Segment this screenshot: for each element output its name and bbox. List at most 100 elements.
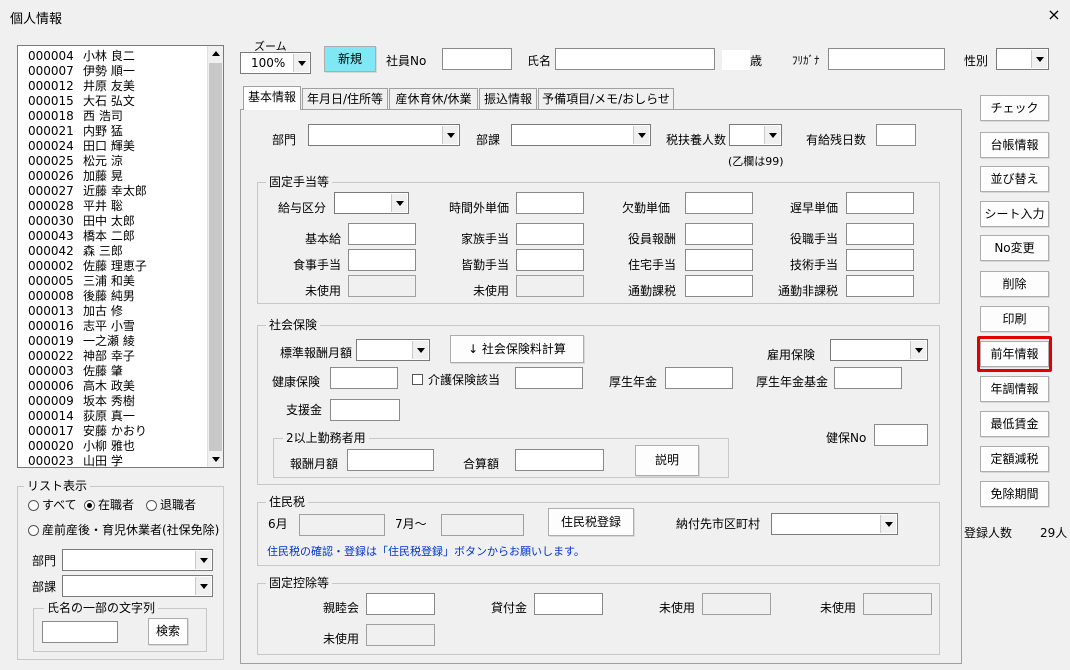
radio-all[interactable] (28, 500, 39, 511)
overtime-input[interactable] (516, 192, 584, 214)
chevron-down-icon (880, 515, 896, 533)
dept-select[interactable] (308, 124, 460, 146)
list-item[interactable]: 000009 坂本 秀樹 (28, 394, 135, 409)
delete-button[interactable]: 削除 (980, 271, 1049, 297)
list-item[interactable]: 000004 小林 良二 (28, 49, 135, 64)
employee-list[interactable]: 000004 小林 良二 000007 伊勢 順一 000012 井原 友美 000015 大… (17, 45, 224, 468)
scroll-up-icon[interactable] (208, 46, 223, 62)
health-no-input[interactable] (874, 424, 928, 446)
radio-active[interactable] (84, 500, 95, 511)
no-change-button[interactable]: No変更 (980, 235, 1049, 261)
care-checkbox[interactable] (412, 374, 423, 385)
scroll-down-icon[interactable] (208, 451, 223, 467)
list-item[interactable]: 000005 三浦 和美 (28, 274, 135, 289)
radio-leave[interactable] (28, 525, 39, 536)
name-search-input[interactable] (42, 621, 118, 643)
search-button[interactable]: 検索 (148, 618, 188, 645)
commute-taxable-input[interactable] (685, 275, 753, 297)
list-item[interactable]: 000023 山田 学 (28, 454, 123, 469)
flat-tax-cut-button[interactable]: 定額減税 (980, 446, 1049, 472)
emp-no-input[interactable] (442, 48, 512, 70)
list-item[interactable]: 000024 田口 輝美 (28, 139, 135, 154)
list-item[interactable]: 000028 平井 聡 (28, 199, 123, 214)
list-item[interactable]: 000016 志平 小雪 (28, 319, 135, 334)
list-item[interactable]: 000018 西 浩司 (28, 109, 123, 124)
position-input[interactable] (846, 223, 914, 245)
employment-select[interactable] (830, 339, 928, 361)
list-item[interactable]: 000002 佐藤 理恵子 (28, 259, 147, 274)
dependents-select[interactable] (729, 124, 782, 146)
list-dept-select[interactable] (62, 549, 213, 571)
tab-transfer[interactable]: 振込情報 (479, 88, 537, 110)
explain-button[interactable]: 説明 (635, 445, 699, 476)
exemption-period-button[interactable]: 免除期間 (980, 481, 1049, 507)
list-item[interactable]: 000013 加古 修 (28, 304, 123, 319)
absence-input[interactable] (685, 192, 753, 214)
officer-pay-input[interactable] (685, 223, 753, 245)
gender-select[interactable] (996, 48, 1049, 70)
list-item[interactable]: 000042 森 三郎 (28, 244, 123, 259)
new-button[interactable]: 新規 (324, 46, 376, 72)
radio-retired[interactable] (146, 500, 157, 511)
std-monthly-select[interactable] (356, 339, 430, 361)
list-item[interactable]: 000030 田中 太郎 (28, 214, 135, 229)
list-item[interactable]: 000027 近藤 幸太郎 (28, 184, 147, 199)
skill-input[interactable] (846, 249, 914, 271)
tab-basic[interactable]: 基本情報 (243, 86, 301, 110)
attendance-input[interactable] (516, 249, 584, 271)
name-input[interactable] (555, 48, 715, 70)
list-item[interactable]: 000043 橋本 二郎 (28, 229, 135, 244)
health-input[interactable] (330, 367, 398, 389)
social-club-input[interactable] (366, 593, 435, 615)
late-input[interactable] (846, 192, 914, 214)
list-scrollbar[interactable] (207, 46, 223, 467)
pension-input[interactable] (665, 367, 733, 389)
city-select[interactable] (771, 513, 898, 535)
base-pay-input[interactable] (348, 223, 416, 245)
total-input[interactable] (515, 449, 604, 471)
list-item[interactable]: 000022 神部 幸子 (28, 349, 135, 364)
tab-extra[interactable]: 予備項目/メモ/おしらせ等 (538, 88, 674, 126)
tab-dates-address[interactable]: 年月日/住所等 (302, 88, 388, 110)
resident-register-button[interactable]: 住民税登録 (548, 508, 634, 536)
close-icon[interactable]: × (1043, 4, 1065, 26)
meal-input[interactable] (348, 249, 416, 271)
sheet-input-button[interactable]: シート入力 (980, 201, 1049, 227)
list-item[interactable]: 000006 高木 政美 (28, 379, 135, 394)
social-calc-button[interactable]: ↓ 社会保険料計算 (450, 335, 584, 363)
min-wage-button[interactable]: 最低賃金 (980, 411, 1049, 437)
print-button[interactable]: 印刷 (980, 306, 1049, 332)
list-item[interactable]: 000017 安藤 かおり (28, 424, 147, 439)
list-item[interactable]: 000015 大石 弘文 (28, 94, 135, 109)
reward-monthly-input[interactable] (347, 449, 434, 471)
year-end-button[interactable]: 年調情報 (980, 376, 1049, 402)
ledger-button[interactable]: 台帳情報 (980, 132, 1049, 158)
list-item[interactable]: 000021 内野 猛 (28, 124, 123, 139)
list-item[interactable]: 000025 松元 涼 (28, 154, 123, 169)
section-select[interactable] (511, 124, 651, 146)
list-item[interactable]: 000019 一之瀬 綾 (28, 334, 135, 349)
list-item[interactable]: 000012 井原 友美 (28, 79, 135, 94)
list-item[interactable]: 000020 小柳 雅也 (28, 439, 135, 454)
sort-button[interactable]: 並び替え (980, 166, 1049, 192)
tab-leave[interactable]: 産休育休/休業 (389, 88, 478, 110)
list-item[interactable]: 000003 佐藤 肇 (28, 364, 123, 379)
list-item[interactable]: 000007 伊勢 順一 (28, 64, 135, 79)
paid-leave-input[interactable] (876, 124, 916, 146)
family-input[interactable] (516, 223, 584, 245)
pay-type-select[interactable] (334, 192, 409, 214)
zoom-select[interactable]: 100% (240, 52, 311, 74)
loan-input[interactable] (534, 593, 603, 615)
check-button[interactable]: チェック (980, 95, 1049, 121)
housing-input[interactable] (685, 249, 753, 271)
support-input[interactable] (330, 399, 400, 421)
list-item[interactable]: 000026 加藤 晃 (28, 169, 123, 184)
furigana-input[interactable] (828, 48, 945, 70)
commute-nontaxable-input[interactable] (846, 275, 914, 297)
list-item[interactable]: 000008 後藤 純男 (28, 289, 135, 304)
scroll-thumb[interactable] (209, 63, 222, 451)
list-item[interactable]: 000014 荻原 真一 (28, 409, 135, 424)
pension-fund-input[interactable] (834, 367, 902, 389)
list-section-select[interactable] (62, 575, 213, 597)
care-input[interactable] (515, 367, 583, 389)
